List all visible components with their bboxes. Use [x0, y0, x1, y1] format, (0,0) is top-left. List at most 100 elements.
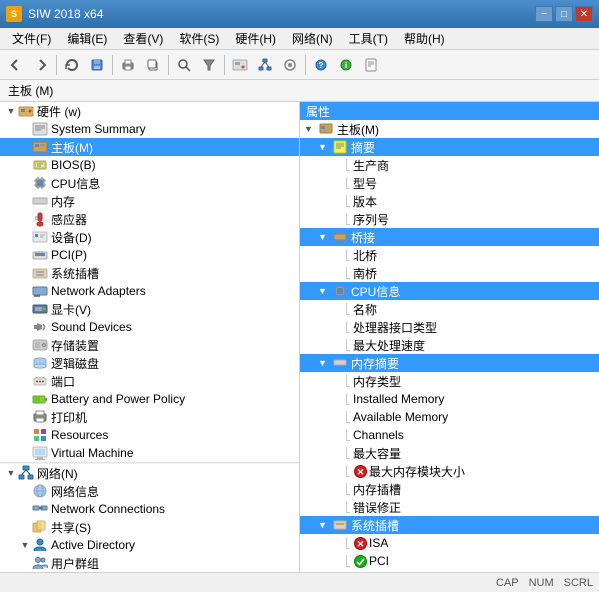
- maximize-button[interactable]: □: [555, 6, 573, 22]
- toolbar-save[interactable]: [85, 53, 109, 77]
- tree-item-user-groups[interactable]: 用户群组: [0, 554, 299, 572]
- menu-hardware[interactable]: 硬件(H): [227, 28, 284, 49]
- prop-expander-cpu[interactable]: ▼: [318, 286, 332, 296]
- expand-mainboard: [18, 140, 32, 154]
- prop-cpu-name[interactable]: 名称: [300, 300, 599, 318]
- menu-tools[interactable]: 工具(T): [341, 28, 396, 49]
- expand-sensors: [18, 212, 32, 226]
- prop-memory-section[interactable]: ▼ 内存摘要: [300, 354, 599, 372]
- prop-leaf-maxcap: [332, 446, 346, 460]
- menu-network[interactable]: 网络(N): [284, 28, 341, 49]
- expand-active-dir[interactable]: ▼: [18, 538, 32, 552]
- prop-manufacturer[interactable]: 生产商: [300, 156, 599, 174]
- menu-help[interactable]: 帮助(H): [396, 28, 453, 49]
- tree-item-vm[interactable]: Virtual Machine: [0, 444, 299, 462]
- tree-item-system-summary[interactable]: System Summary: [0, 120, 299, 138]
- tree-item-graphics[interactable]: 显卡(V): [0, 300, 299, 318]
- minimize-button[interactable]: −: [535, 6, 553, 22]
- prop-max-capacity[interactable]: 最大容量: [300, 444, 599, 462]
- tree-item-resources[interactable]: Resources: [0, 426, 299, 444]
- tree-item-network-root[interactable]: ▼ 网络(N): [0, 464, 299, 482]
- toolbar-print[interactable]: [116, 53, 140, 77]
- tree-item-hardware-root[interactable]: ▼ 硬件 (w): [0, 102, 299, 120]
- prop-mem-slots[interactable]: 内存插槽: [300, 480, 599, 498]
- expand-hardware[interactable]: ▼: [4, 104, 18, 118]
- cpu-icon: [32, 175, 48, 191]
- tree-item-printer[interactable]: 打印机: [0, 408, 299, 426]
- toolbar-info[interactable]: i: [334, 53, 358, 77]
- prop-summary-section[interactable]: ▼ 摘要: [300, 138, 599, 156]
- toolbar-network[interactable]: [253, 53, 277, 77]
- expand-network-root[interactable]: ▼: [4, 466, 18, 480]
- toolbar-hardware[interactable]: [228, 53, 252, 77]
- prop-cpu-name-label: 名称: [353, 301, 377, 318]
- prop-mem-type[interactable]: 内存类型: [300, 372, 599, 390]
- prop-ecc[interactable]: 错误修正: [300, 498, 599, 516]
- prop-isa[interactable]: ✕ ISA: [300, 534, 599, 552]
- close-button[interactable]: ✕: [575, 6, 593, 22]
- tree-item-bios[interactable]: BIOS(B): [0, 156, 299, 174]
- toolbar-search[interactable]: [172, 53, 196, 77]
- tree-item-slots[interactable]: 系统插槽: [0, 264, 299, 282]
- prop-expander-memory[interactable]: ▼: [318, 358, 332, 368]
- prop-leaf-ecc: [332, 500, 346, 514]
- toolbar-forward[interactable]: [29, 53, 53, 77]
- toolbar-report[interactable]: [359, 53, 383, 77]
- tree-item-mainboard[interactable]: 主板(M): [0, 138, 299, 156]
- menu-software[interactable]: 软件(S): [171, 28, 227, 49]
- prop-leaf-pci-slot: [332, 554, 346, 568]
- devices-icon: [32, 229, 48, 245]
- tree-item-sensors[interactable]: 感应器: [0, 210, 299, 228]
- prop-serial[interactable]: 序列号: [300, 210, 599, 228]
- prop-cpu-speed[interactable]: 最大处理速度: [300, 336, 599, 354]
- tree-item-net-connections[interactable]: Network Connections: [0, 500, 299, 518]
- prop-bridge-section[interactable]: ▼ 桥接: [300, 228, 599, 246]
- error-icon-maxmodule: ✕: [353, 464, 367, 478]
- toolbar-copy[interactable]: [141, 53, 165, 77]
- toolbar-filter[interactable]: [197, 53, 221, 77]
- tree-item-ports[interactable]: 端口: [0, 372, 299, 390]
- tree-item-storage[interactable]: 存储装置: [0, 336, 299, 354]
- tree-item-share[interactable]: 共享(S): [0, 518, 299, 536]
- tree-item-network-adapters[interactable]: Network Adapters: [0, 282, 299, 300]
- toolbar-back[interactable]: [4, 53, 28, 77]
- menu-file[interactable]: 文件(F): [4, 28, 59, 49]
- menu-view[interactable]: 查看(V): [115, 28, 171, 49]
- prop-cpu-socket[interactable]: 处理器接口类型: [300, 318, 599, 336]
- tree-item-network-info[interactable]: 网络信息: [0, 482, 299, 500]
- prop-max-module[interactable]: ✕ 最大内存模块大小: [300, 462, 599, 480]
- tree-item-pci[interactable]: PCI(P): [0, 246, 299, 264]
- prop-installed-mem[interactable]: Installed Memory: [300, 390, 599, 408]
- tree-item-cpu[interactable]: CPU信息: [0, 174, 299, 192]
- prop-mainboard-root[interactable]: ▼ 主板(M): [300, 120, 599, 138]
- prop-expander-summary[interactable]: ▼: [318, 142, 332, 152]
- prop-channels[interactable]: Channels: [300, 426, 599, 444]
- menu-edit[interactable]: 编辑(E): [59, 28, 115, 49]
- tree-item-devices[interactable]: 设备(D): [0, 228, 299, 246]
- prop-expander-slots[interactable]: ▼: [318, 520, 332, 530]
- toolbar-help[interactable]: ?: [309, 53, 333, 77]
- prop-expander-bridge[interactable]: ▼: [318, 232, 332, 242]
- prop-model[interactable]: 型号: [300, 174, 599, 192]
- expand-share: [18, 520, 32, 534]
- prop-expander-mainboard[interactable]: ▼: [304, 124, 318, 134]
- tree-item-active-dir[interactable]: ▼ Active Directory: [0, 536, 299, 554]
- toolbar-refresh[interactable]: [60, 53, 84, 77]
- prop-agp[interactable]: AGP: [300, 570, 599, 572]
- prop-leaf-memslots: [332, 482, 346, 496]
- tree-item-sound[interactable]: Sound Devices: [0, 318, 299, 336]
- prop-available-mem[interactable]: Available Memory: [300, 408, 599, 426]
- tree-item-logical-disk[interactable]: 逻辑磁盘: [0, 354, 299, 372]
- prop-north-bridge[interactable]: 北桥: [300, 246, 599, 264]
- prop-version[interactable]: 版本: [300, 192, 599, 210]
- tree-item-battery[interactable]: Battery and Power Policy: [0, 390, 299, 408]
- properties-title: 属性: [306, 103, 330, 120]
- prop-south-bridge[interactable]: 南桥: [300, 264, 599, 282]
- bios-label: BIOS(B): [51, 158, 96, 172]
- prop-slots-section[interactable]: ▼ 系统插槽: [300, 516, 599, 534]
- expand-sound: [18, 320, 32, 334]
- tree-item-memory[interactable]: 内存: [0, 192, 299, 210]
- toolbar-tools[interactable]: [278, 53, 302, 77]
- prop-cpu-section[interactable]: ▼ CPU信息: [300, 282, 599, 300]
- prop-pci-slot[interactable]: PCI: [300, 552, 599, 570]
